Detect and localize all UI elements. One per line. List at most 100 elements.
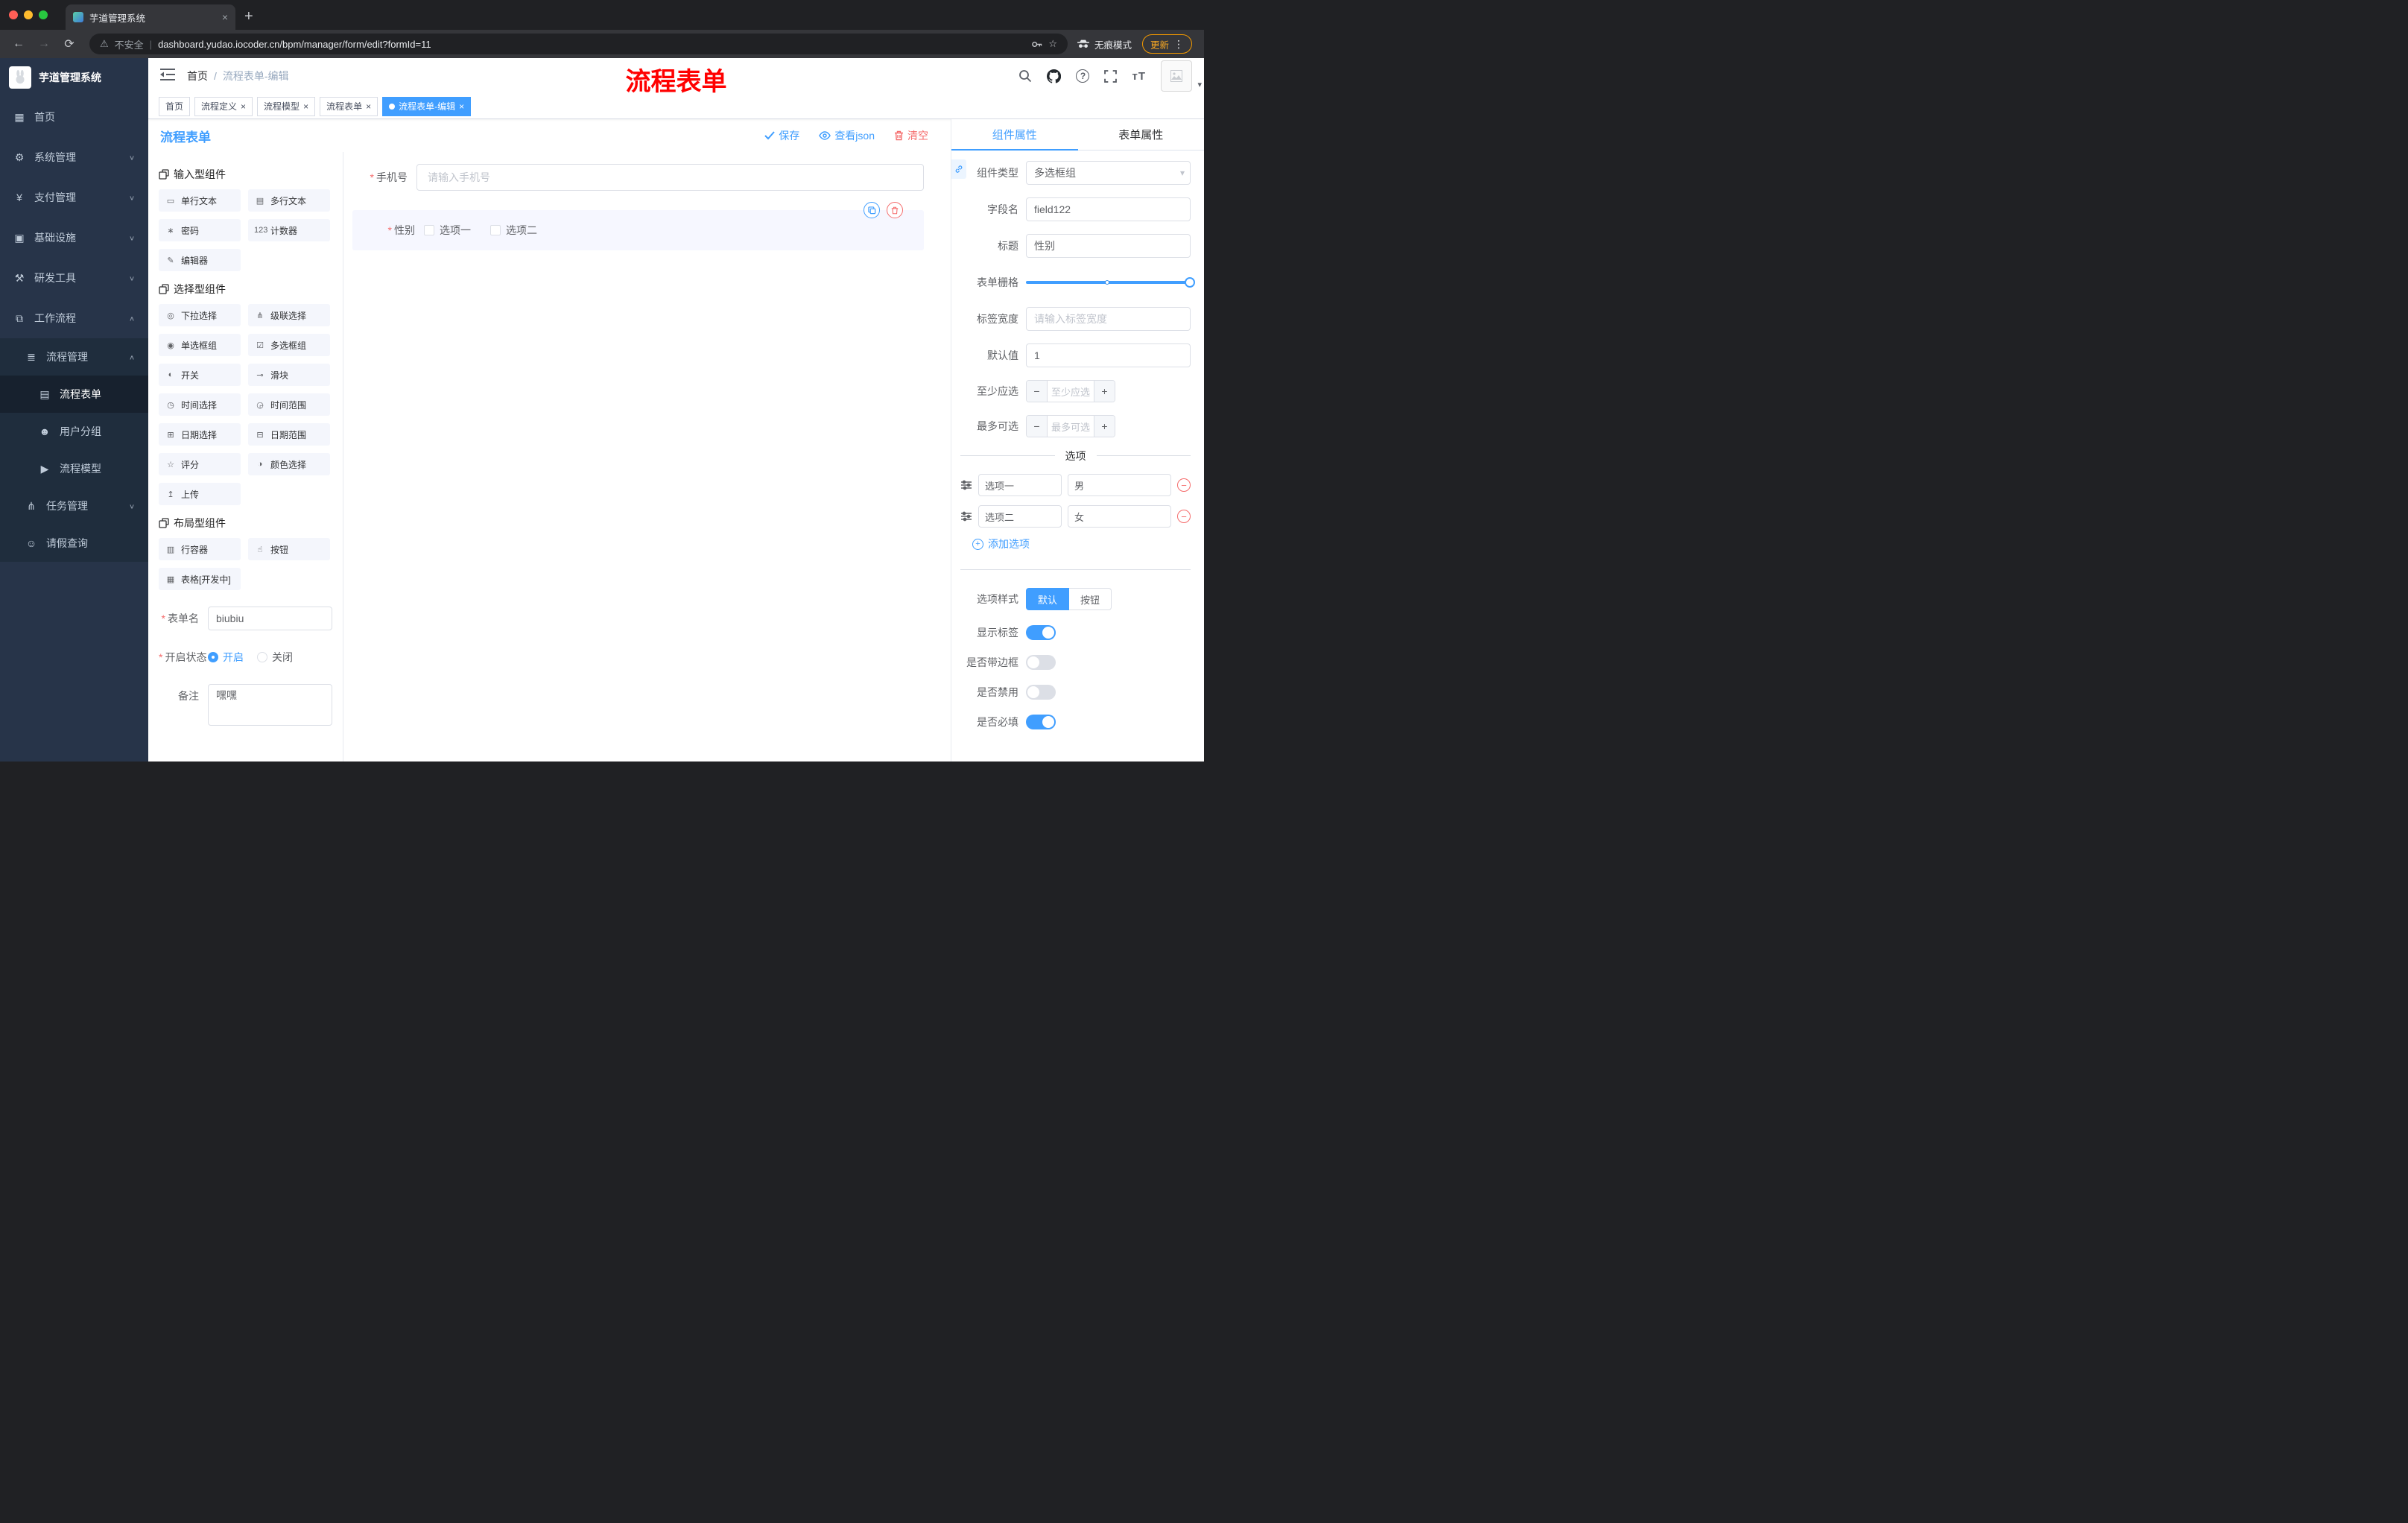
sidebar-item-leave-query[interactable]: ☺ 请假查询	[0, 525, 148, 562]
component-type-select[interactable]	[1026, 161, 1191, 185]
forward-button[interactable]: →	[33, 33, 55, 55]
component-cascader[interactable]: ⋔ 级联选择	[248, 304, 330, 326]
sidebar-item-system[interactable]: ⚙ 系统管理 ∨	[0, 137, 148, 177]
status-off-radio[interactable]: 关闭	[257, 650, 293, 665]
collapse-sidebar-icon[interactable]	[160, 68, 177, 84]
sidebar-item-workflow[interactable]: ⧉ 工作流程 ∧	[0, 298, 148, 338]
component-radio-group[interactable]: ◉ 单选框组	[159, 334, 241, 356]
app-logo[interactable]: 芋道管理系统	[0, 58, 148, 97]
tag-close-icon[interactable]: ×	[459, 102, 464, 111]
clear-button[interactable]: 清空	[894, 128, 928, 143]
component-editor[interactable]: ✎ 编辑器	[159, 249, 241, 271]
decrease-icon[interactable]: −	[1027, 381, 1048, 402]
component-counter[interactable]: 123 计数器	[248, 219, 330, 241]
sidebar-item-home[interactable]: ▦ 首页	[0, 97, 148, 137]
drag-handle-icon[interactable]	[960, 511, 972, 522]
required-switch[interactable]	[1026, 715, 1056, 729]
component-time-range[interactable]: ◶ 时间范围	[248, 393, 330, 416]
remove-option-icon[interactable]: −	[1177, 510, 1191, 523]
tag-close-icon[interactable]: ×	[241, 102, 246, 111]
component-table-dev[interactable]: ▦ 表格[开发中]	[159, 568, 241, 590]
component-multi-text[interactable]: ▤ 多行文本	[248, 189, 330, 212]
tab-close-icon[interactable]: ×	[222, 11, 228, 23]
sidebar-item-process-mgmt[interactable]: ≣ 流程管理 ∧	[0, 338, 148, 376]
form-name-input[interactable]	[208, 607, 332, 630]
drag-handle-icon[interactable]	[960, 480, 972, 490]
close-window-button[interactable]	[9, 10, 18, 19]
reload-button[interactable]: ⟳	[58, 33, 80, 55]
component-slider[interactable]: ⊸ 滑块	[248, 364, 330, 386]
field-name-input[interactable]	[1026, 197, 1191, 221]
option-1-value-input[interactable]	[1068, 474, 1171, 496]
tag-process-form-edit[interactable]: 流程表单-编辑 ×	[382, 96, 472, 116]
component-date-picker[interactable]: ⊞ 日期选择	[159, 423, 241, 446]
fullscreen-icon[interactable]	[1104, 69, 1118, 83]
phone-field-row[interactable]: 手机号	[352, 164, 924, 191]
max-select-stepper[interactable]: − 最多可选 +	[1026, 415, 1115, 437]
sidebar-item-task-mgmt[interactable]: ⋔ 任务管理 ∨	[0, 487, 148, 525]
minimize-window-button[interactable]	[24, 10, 33, 19]
slider-track[interactable]	[1026, 277, 1195, 288]
browser-menu-icon[interactable]: ⋮	[1173, 38, 1184, 51]
tag-process-model[interactable]: 流程模型 ×	[257, 96, 316, 116]
component-row-container[interactable]: ▥ 行容器	[159, 538, 241, 560]
component-select[interactable]: ◎ 下拉选择	[159, 304, 241, 326]
search-icon[interactable]	[1018, 69, 1032, 83]
address-bar[interactable]: ⚠ 不安全 | dashboard.yudao.iocoder.cn/bpm/m…	[89, 34, 1068, 54]
border-switch[interactable]	[1026, 655, 1056, 670]
status-on-radio[interactable]: 开启	[208, 650, 244, 665]
gender-option-1-checkbox[interactable]: 选项一	[424, 223, 471, 238]
component-single-text[interactable]: ▭ 单行文本	[159, 189, 241, 212]
tab-component-props[interactable]: 组件属性	[951, 119, 1078, 151]
breadcrumb-home[interactable]: 首页	[187, 69, 208, 83]
delete-component-button[interactable]	[887, 202, 903, 218]
tag-process-form[interactable]: 流程表单 ×	[320, 96, 378, 116]
sidebar-item-devtools[interactable]: ⚒ 研发工具 ∨	[0, 258, 148, 298]
default-value-input[interactable]	[1026, 343, 1191, 367]
remark-textarea[interactable]: 嘿嘿	[208, 684, 332, 726]
save-button[interactable]: 保存	[764, 128, 799, 143]
sidebar-item-process-model[interactable]: ▶ 流程模型	[0, 450, 148, 487]
option-2-label-input[interactable]	[978, 505, 1062, 528]
github-icon[interactable]	[1047, 69, 1062, 83]
grid-slider[interactable]	[1026, 270, 1195, 294]
disabled-switch[interactable]	[1026, 685, 1056, 700]
gender-field-row-selected[interactable]: 性别 选项一 选项二	[352, 202, 924, 250]
increase-icon[interactable]: +	[1094, 381, 1115, 402]
component-upload[interactable]: ↥ 上传	[159, 483, 241, 505]
view-json-button[interactable]: 查看json	[819, 128, 875, 143]
phone-input[interactable]	[416, 164, 924, 191]
update-button[interactable]: 更新 ⋮	[1141, 34, 1192, 54]
show-label-switch[interactable]	[1026, 625, 1056, 640]
component-switch[interactable]: ◐ 开关	[159, 364, 241, 386]
tag-process-definition[interactable]: 流程定义 ×	[194, 96, 253, 116]
component-password[interactable]: ∗ 密码	[159, 219, 241, 241]
copy-component-button[interactable]	[864, 202, 880, 218]
tag-close-icon[interactable]: ×	[303, 102, 308, 111]
tab-form-props[interactable]: 表单属性	[1078, 119, 1205, 150]
sidebar-item-process-form[interactable]: ▤ 流程表单	[0, 376, 148, 413]
back-button[interactable]: ←	[7, 33, 30, 55]
increase-icon[interactable]: +	[1094, 416, 1115, 437]
gender-option-2-checkbox[interactable]: 选项二	[490, 223, 537, 238]
tag-home[interactable]: 首页	[159, 96, 191, 116]
sidebar-item-infra[interactable]: ▣ 基础设施 ∨	[0, 218, 148, 258]
component-color-picker[interactable]: ◑ 颜色选择	[248, 453, 330, 475]
tag-close-icon[interactable]: ×	[366, 102, 371, 111]
slider-handle[interactable]	[1185, 277, 1195, 288]
sidebar-item-user-group[interactable]: ☻ 用户分组	[0, 413, 148, 450]
bookmark-star-icon[interactable]: ☆	[1048, 38, 1057, 50]
key-icon[interactable]	[1031, 39, 1042, 50]
add-option-button[interactable]: + 添加选项	[972, 536, 1191, 551]
style-button-button[interactable]: 按钮	[1069, 588, 1112, 610]
browser-tab[interactable]: 芋道管理系统 ×	[66, 4, 235, 30]
component-checkbox-group[interactable]: ☑ 多选框组	[248, 334, 330, 356]
font-size-icon[interactable]: ᴛT	[1132, 70, 1146, 83]
component-time-picker[interactable]: ◷ 时间选择	[159, 393, 241, 416]
component-rate[interactable]: ☆ 评分	[159, 453, 241, 475]
component-button[interactable]: ☝ 按钮	[248, 538, 330, 560]
sidebar-item-payment[interactable]: ¥ 支付管理 ∨	[0, 177, 148, 218]
help-icon[interactable]: ?	[1076, 69, 1090, 83]
user-avatar[interactable]: ▾	[1161, 60, 1202, 92]
decrease-icon[interactable]: −	[1027, 416, 1048, 437]
